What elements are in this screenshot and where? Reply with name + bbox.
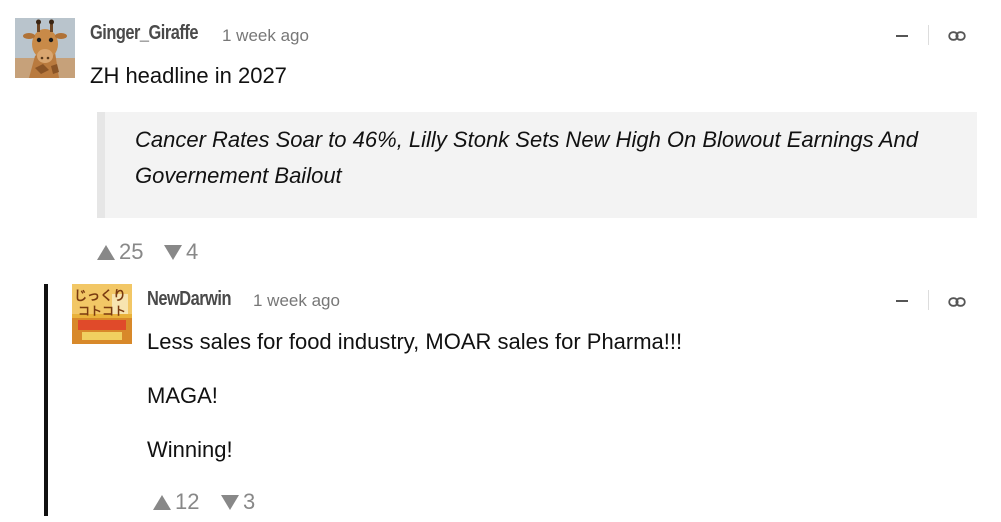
- downvote-button[interactable]: 3: [221, 489, 255, 515]
- link-icon: [948, 31, 966, 41]
- giraffe-avatar-image: [15, 18, 75, 78]
- link-icon: [948, 297, 966, 307]
- reply-paragraph: Less sales for food industry, MOAR sales…: [147, 329, 683, 354]
- upvote-button[interactable]: 25: [97, 239, 143, 265]
- comment-author[interactable]: Ginger_Giraffe: [90, 22, 198, 45]
- reply-timestamp[interactable]: 1 week ago: [253, 291, 340, 311]
- downvote-count: 4: [186, 239, 199, 264]
- collapse-button[interactable]: [889, 25, 915, 47]
- comment-timestamp[interactable]: 1 week ago: [222, 26, 309, 46]
- upvote-count: 25: [119, 239, 144, 264]
- triangle-up-icon: [153, 494, 171, 510]
- upvote-count: 12: [175, 489, 200, 514]
- divider: [928, 25, 929, 45]
- reply-paragraph: Winning!: [147, 437, 233, 462]
- triangle-down-icon: [164, 244, 182, 260]
- divider: [928, 290, 929, 310]
- avatar[interactable]: じっくり コトコト: [72, 284, 132, 344]
- downvote-button[interactable]: 4: [164, 239, 198, 265]
- upvote-button[interactable]: 12: [153, 489, 199, 515]
- snack-package-avatar-image: じっくり コトコト: [72, 284, 132, 344]
- quote-text: Cancer Rates Soar to 46%, Lilly Stonk Se…: [135, 127, 919, 188]
- downvote-count: 3: [243, 489, 256, 514]
- triangle-up-icon: [97, 244, 115, 260]
- minus-icon: [896, 35, 908, 37]
- avatar-text: コトコト: [78, 304, 126, 318]
- permalink-button[interactable]: [948, 295, 966, 309]
- reply-paragraph: MAGA!: [147, 383, 218, 408]
- comment-quote: Cancer Rates Soar to 46%, Lilly Stonk Se…: [97, 112, 977, 218]
- collapse-button[interactable]: [889, 290, 915, 312]
- reply-thread-indicator: [44, 284, 48, 516]
- comment-text: ZH headline in 2027: [90, 63, 287, 88]
- permalink-button[interactable]: [948, 29, 966, 43]
- avatar[interactable]: [15, 18, 75, 78]
- reply-author[interactable]: NewDarwin: [147, 288, 231, 311]
- triangle-down-icon: [221, 494, 239, 510]
- minus-icon: [896, 300, 908, 302]
- avatar-text: じっくり: [74, 289, 126, 304]
